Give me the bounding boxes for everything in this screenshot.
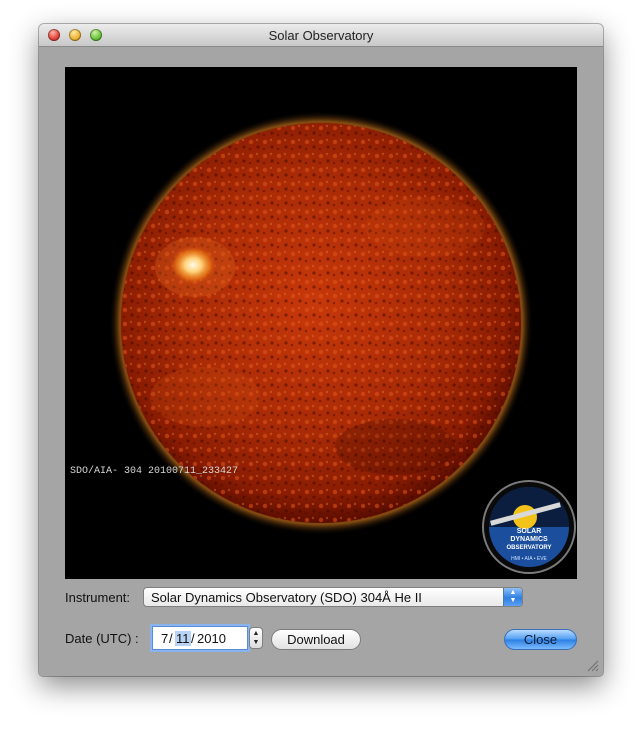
solar-image: SDO/AIA- 304 20100711_233427 SOLAR DYNAM… [65,67,577,579]
download-button[interactable]: Download [271,629,361,650]
date-input[interactable]: 7 / 11 / 2010 [152,626,248,650]
instrument-label: Instrument: [65,590,131,605]
date-year[interactable]: 2010 [197,631,226,646]
solar-observatory-window: Solar Observatory SDO/AIA- 304 20100711_… [39,24,603,676]
instrument-selected-value: Solar Dynamics Observatory (SDO) 304Å He… [151,590,422,605]
sun-image-svg: SDO/AIA- 304 20100711_233427 SOLAR DYNAM… [65,67,577,579]
logo-line2: DYNAMICS [510,536,548,543]
sdo-logo: SOLAR DYNAMICS OBSERVATORY HMI • AIA • E… [482,480,576,574]
image-caption: SDO/AIA- 304 20100711_233427 [70,465,238,477]
date-separator: / [169,631,173,646]
instrument-select[interactable]: Solar Dynamics Observatory (SDO) 304Å He… [143,587,523,607]
logo-footer: HMI • AIA • EVE [511,556,547,562]
chevron-updown-icon: ▲ ▼ [503,588,522,606]
close-button[interactable]: Close [504,629,577,650]
date-separator: / [191,631,195,646]
active-region-flare [169,245,217,285]
logo-line1: SOLAR [517,528,542,535]
date-day[interactable]: 11 [175,631,191,646]
window-title: Solar Observatory [268,28,374,43]
date-label: Date (UTC) : [65,631,139,646]
stepper-updown-icon[interactable]: ▲ ▼ [249,627,263,649]
date-month[interactable]: 7 [161,631,168,646]
title-bar[interactable]: Solar Observatory [39,24,603,47]
resize-grip-icon[interactable] [587,660,599,672]
logo-line3: OBSERVATORY [506,545,551,551]
